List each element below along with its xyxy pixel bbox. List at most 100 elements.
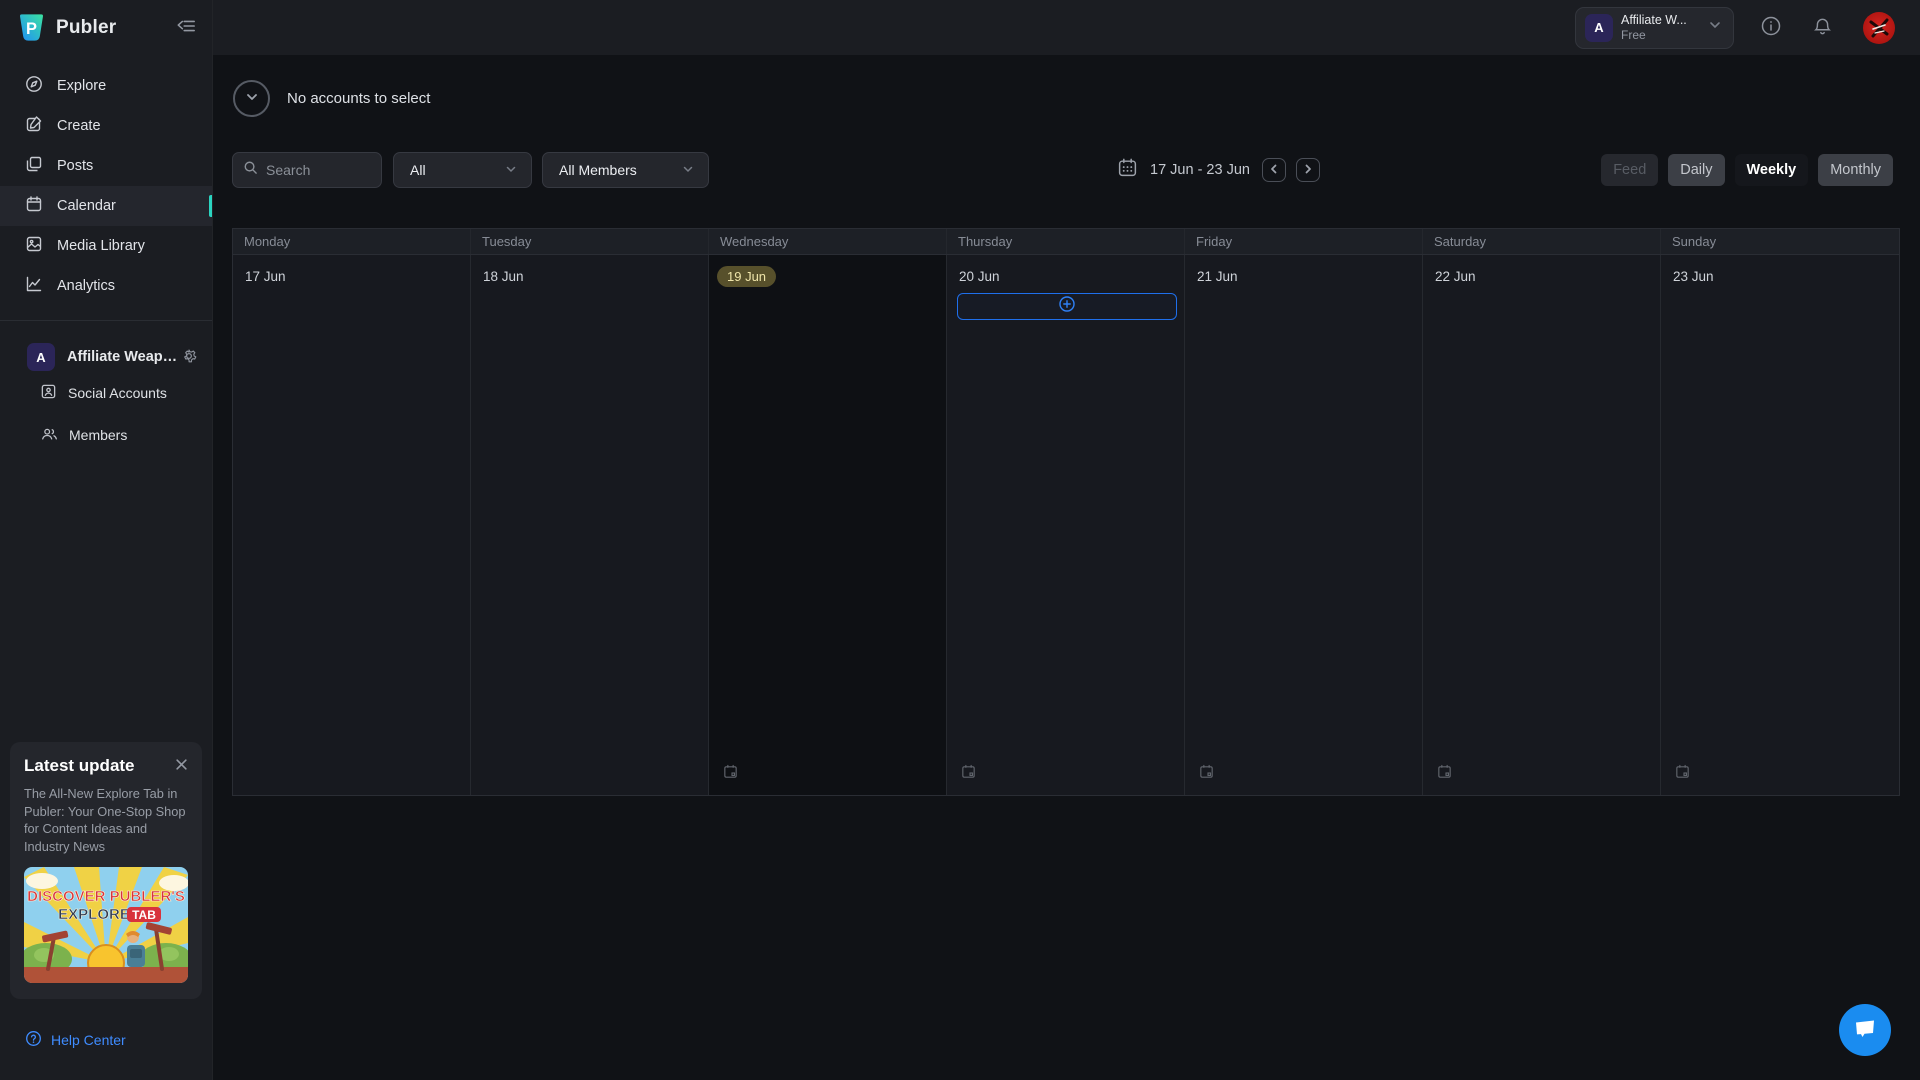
day-header-label: Tuesday: [471, 229, 709, 254]
collapse-sidebar-icon: [176, 17, 196, 38]
update-card-close-button[interactable]: [175, 758, 188, 774]
chat-support-button[interactable]: [1839, 1004, 1891, 1056]
sidebar-item-label: Analytics: [57, 278, 116, 294]
calendar-range-icon: [1117, 157, 1138, 183]
post-type-filter[interactable]: All: [393, 152, 532, 188]
sidebar-collapse-button[interactable]: [176, 17, 196, 38]
search-input[interactable]: [266, 162, 371, 178]
view-toggle-monthly[interactable]: Monthly: [1818, 154, 1893, 186]
bell-icon: [1812, 16, 1833, 40]
members-filter[interactable]: All Members: [542, 152, 709, 188]
members-icon: [40, 425, 58, 445]
next-week-button[interactable]: [1295, 158, 1320, 182]
accounts-expand-button[interactable]: [233, 80, 270, 117]
avatar-artwork: [1869, 18, 1889, 37]
view-toggle-weekly[interactable]: Weekly: [1734, 154, 1809, 186]
day-cell[interactable]: 20 Jun: [947, 255, 1185, 795]
day-date-label: 23 Jun: [1673, 269, 1714, 284]
sidebar-item-explore[interactable]: Explore: [0, 66, 212, 106]
latest-update-card: Latest update The All-New Explore Tab in…: [10, 742, 202, 999]
draft-calendar-icon: [1674, 763, 1691, 785]
edit-icon: [25, 115, 43, 137]
draft-calendar-icon: [1436, 763, 1453, 785]
day-date-label: 22 Jun: [1435, 269, 1476, 284]
gear-icon: [180, 347, 198, 368]
date-range-navigator: 17 Jun - 23 Jun: [1117, 152, 1320, 188]
top-bar: A Affiliate W... Free: [0, 0, 1920, 55]
chevron-down-icon: [503, 161, 519, 180]
question-circle-icon: [25, 1030, 42, 1050]
compass-icon: [25, 75, 43, 97]
chat-bubble-icon: [1852, 1016, 1878, 1045]
chevron-down-icon: [244, 89, 260, 108]
sidebar-item-label: Explore: [57, 78, 107, 94]
workspace-name: Affiliate W...: [1621, 13, 1687, 27]
day-header-label: Monday: [233, 229, 471, 254]
search-box[interactable]: [232, 152, 382, 188]
day-header-label: Wednesday: [709, 229, 947, 254]
workspace-header[interactable]: A Affiliate Weap…: [27, 343, 198, 371]
workspace-settings-button[interactable]: [180, 347, 198, 368]
sidebar: P Publer Explore Create Posts Calendar M…: [0, 0, 213, 1080]
chevron-down-icon: [680, 161, 696, 180]
sidebar-item-calendar[interactable]: Calendar: [0, 186, 212, 226]
workspace-selector[interactable]: A Affiliate W... Free: [1575, 6, 1734, 49]
sidebar-item-media-library[interactable]: Media Library: [0, 226, 212, 266]
day-cell[interactable]: 19 Jun: [709, 255, 947, 795]
view-toggle-feed[interactable]: Feed: [1601, 154, 1659, 186]
day-header-label: Sunday: [1672, 234, 1717, 249]
draft-calendar-icon: [1198, 763, 1215, 785]
filter-toolbar: All All Members 17 Jun - 23 Jun Feed Dai…: [232, 152, 1893, 188]
calendar-icon: [25, 195, 43, 217]
update-card-image[interactable]: DISCOVER PUBLER'S EXPLORE TAB: [24, 867, 188, 983]
no-accounts-message: No accounts to select: [287, 90, 431, 107]
contact-card-icon: [40, 383, 57, 403]
chevron-right-icon: [1302, 163, 1314, 178]
help-center-link[interactable]: Help Center: [25, 1030, 126, 1050]
workspace-avatar: A: [27, 343, 55, 371]
app-title: Publer: [56, 16, 117, 38]
top-bar-actions: A Affiliate W... Free: [1575, 0, 1895, 55]
sidebar-item-social-accounts[interactable]: Social Accounts: [0, 373, 212, 413]
view-mode-toggles: Feed Daily Weekly Monthly: [1601, 154, 1893, 186]
sidebar-item-members[interactable]: Members: [0, 415, 212, 455]
draft-calendar-icon: [722, 763, 739, 785]
view-toggle-daily[interactable]: Daily: [1668, 154, 1725, 186]
calendar-header-row: Monday Tuesday Wednesday Thursday Friday…: [233, 229, 1899, 255]
sidebar-item-create[interactable]: Create: [0, 106, 212, 146]
draft-calendar-icon: [960, 763, 977, 785]
sidebar-item-label: Create: [57, 118, 101, 134]
day-date-label: 18 Jun: [483, 269, 524, 284]
day-cell[interactable]: 17 Jun: [233, 255, 471, 795]
sub-item-label: Social Accounts: [68, 385, 167, 401]
sidebar-nav: Explore Create Posts Calendar Media Libr…: [0, 66, 212, 306]
notifications-button[interactable]: [1812, 16, 1833, 40]
today-badge: 19 Jun: [717, 266, 777, 287]
workspace-plan-badge: Free: [1621, 28, 1646, 42]
day-cell[interactable]: 21 Jun: [1185, 255, 1423, 795]
update-card-title: Latest update: [24, 756, 135, 775]
weekly-calendar: Monday Tuesday Wednesday Thursday Friday…: [232, 228, 1900, 796]
search-icon: [243, 160, 258, 180]
day-cell[interactable]: 23 Jun: [1661, 255, 1899, 795]
day-cell[interactable]: 22 Jun: [1423, 255, 1661, 795]
workspace-avatar: A: [1585, 13, 1613, 42]
day-cell[interactable]: 18 Jun: [471, 255, 709, 795]
plus-circle-icon: [1058, 295, 1076, 318]
sidebar-item-analytics[interactable]: Analytics: [0, 266, 212, 306]
add-post-slot[interactable]: [957, 293, 1177, 320]
previous-week-button[interactable]: [1261, 158, 1286, 182]
day-header-label: Friday: [1185, 229, 1423, 254]
sub-item-label: Members: [69, 427, 128, 443]
sidebar-item-posts[interactable]: Posts: [0, 146, 212, 186]
user-avatar[interactable]: [1863, 11, 1895, 44]
accounts-selector-row: No accounts to select: [233, 80, 430, 117]
day-date-label: 17 Jun: [245, 269, 286, 284]
image-icon: [25, 235, 43, 257]
posts-icon: [25, 155, 43, 177]
day-date-label: 20 Jun: [959, 269, 1000, 284]
update-image-headline: DISCOVER PUBLER'S: [27, 888, 185, 905]
info-button[interactable]: [1760, 15, 1782, 40]
sidebar-item-label: Calendar: [57, 198, 116, 214]
chart-icon: [25, 275, 43, 297]
